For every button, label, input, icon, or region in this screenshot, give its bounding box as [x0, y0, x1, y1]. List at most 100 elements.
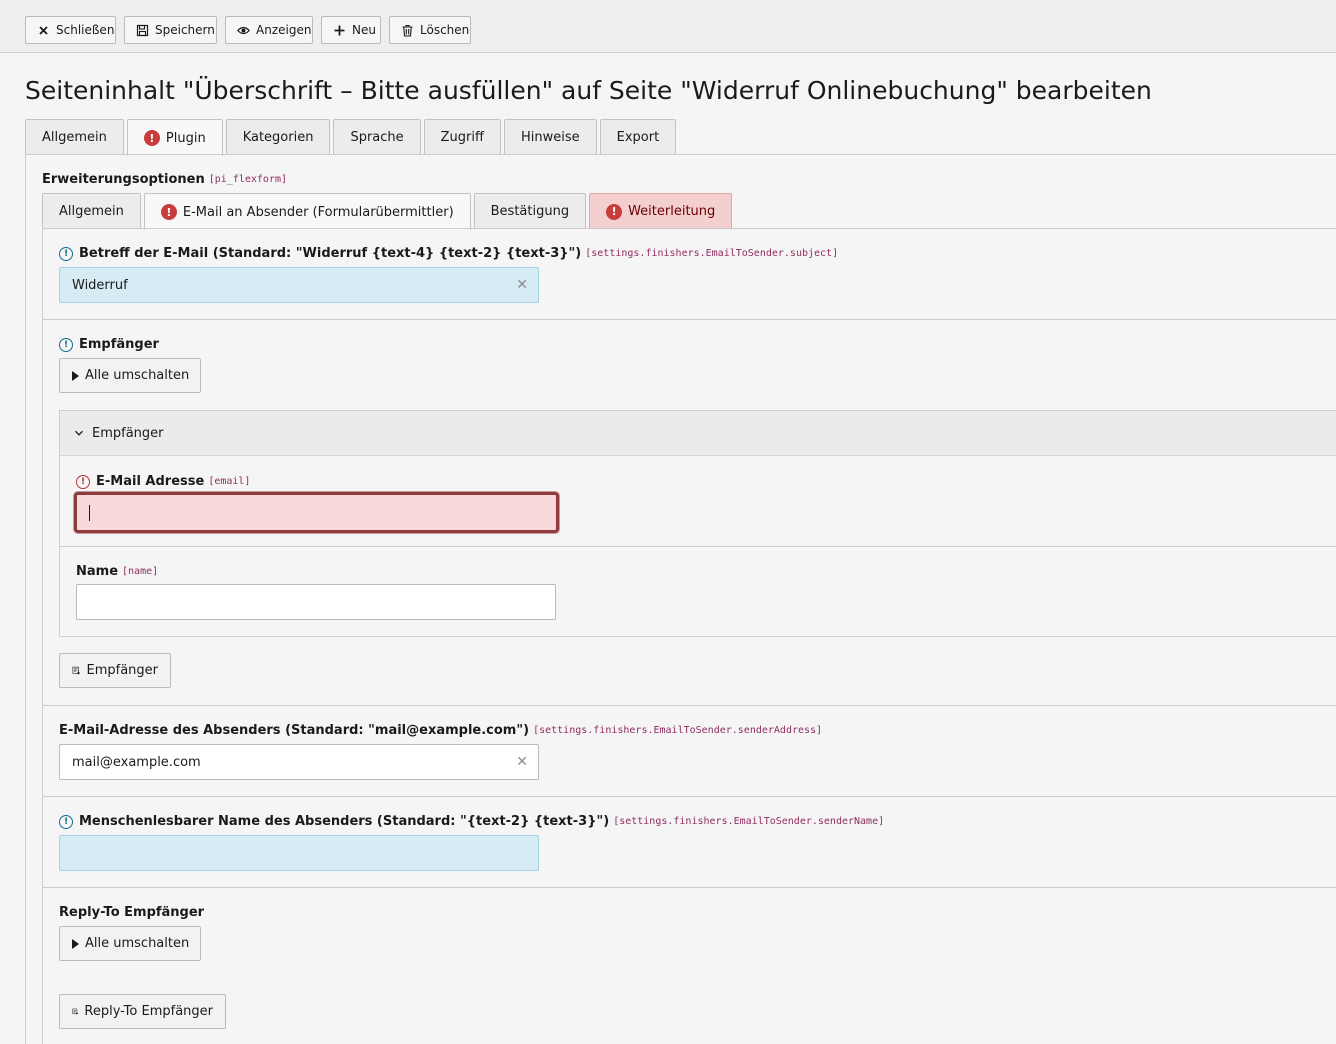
recipients-title: ! Empfänger [59, 337, 159, 352]
close-icon [39, 25, 48, 35]
recipient-panel-header[interactable]: Empfänger [60, 411, 1336, 456]
subject-input[interactable]: Widerruf ✕ [59, 267, 539, 303]
new-button-label: Neu [352, 23, 376, 37]
tab-label: Plugin [165, 130, 206, 146]
divider [60, 546, 1336, 547]
add-recipient-button[interactable]: Empfänger [59, 653, 171, 688]
error-icon: ! [76, 474, 90, 489]
ext-options-title: Erweiterungsoptionen [pi_flexform] [42, 172, 287, 187]
add-reply-to-button[interactable]: Reply-To Empfänger [59, 994, 226, 1029]
tab-label: Allgemein [59, 204, 124, 219]
chevron-down-icon [75, 430, 83, 436]
subject-code: [settings.finishers.EmailToSender.subjec… [585, 248, 839, 259]
divider [42, 705, 1336, 706]
view-button[interactable]: Anzeigen [225, 16, 313, 44]
name-field[interactable] [76, 584, 556, 620]
toggle-all-label: Alle umschalten [85, 936, 190, 951]
caret-right-icon [72, 938, 79, 949]
tab-label: Kategorien [242, 130, 314, 145]
sender-address-code: [settings.finishers.EmailToSender.sender… [533, 725, 823, 736]
trash-icon [402, 24, 413, 37]
tab-label: Bestätigung [490, 204, 570, 219]
text-cursor [89, 504, 90, 521]
sender-name-code: [settings.finishers.EmailToSender.sender… [613, 816, 885, 827]
divider [42, 887, 1336, 888]
recipients-label: Empfänger [79, 337, 159, 352]
view-button-label: Anzeigen [256, 23, 312, 37]
ext-options-label: Erweiterungsoptionen [42, 172, 205, 187]
tab-label: Export [616, 130, 660, 145]
tab-hinweise[interactable]: Hinweise [503, 119, 597, 155]
delete-button-label: Löschen [420, 23, 470, 37]
add-record-icon [72, 666, 81, 675]
tab-label: Weiterleitung [628, 204, 716, 219]
name-code: [name] [122, 566, 159, 577]
subject-value: Widerruf [72, 277, 128, 293]
info-icon: ! [59, 814, 73, 829]
toggle-all-label: Alle umschalten [85, 368, 190, 383]
tab-export[interactable]: Export [599, 119, 677, 155]
reply-to-label: Reply-To Empfänger [59, 905, 205, 920]
recipients-toggle-all-button[interactable]: Alle umschalten [59, 358, 201, 393]
sender-address-input[interactable]: mail@example.com ✕ [59, 744, 539, 780]
divider [42, 228, 43, 1044]
delete-button[interactable]: Löschen [389, 16, 471, 44]
save-icon [136, 24, 149, 36]
tab-zugriff[interactable]: Zugriff [423, 119, 501, 155]
error-icon: ! [160, 204, 177, 220]
new-button[interactable]: Neu [321, 16, 381, 44]
subtab-email-to-sender[interactable]: ! E-Mail an Absender (Formularübermittler… [143, 193, 471, 230]
save-button[interactable]: Speichern [124, 16, 217, 44]
subject-label: Betreff der E-Mail (Standard: "Widerruf … [79, 246, 582, 261]
divider [25, 154, 26, 1044]
flexform-tabs: Allgemein ! E-Mail an Absender (Formularü… [42, 193, 733, 230]
page-title: Seiteninhalt "Überschrift – Bitte ausfül… [25, 76, 1152, 105]
sender-name-field-label: ! Menschenlesbarer Name des Absenders (S… [59, 814, 884, 829]
sender-address-field-label: E-Mail-Adresse des Absenders (Standard: … [59, 723, 822, 738]
tab-allgemein[interactable]: Allgemein [25, 119, 124, 155]
tab-plugin[interactable]: ! Plugin [126, 119, 223, 156]
divider [25, 154, 1336, 155]
tab-label: Allgemein [42, 130, 107, 145]
close-button[interactable]: Schließen [25, 16, 116, 44]
email-label: E-Mail Adresse [96, 474, 205, 489]
ext-options-code: [pi_flexform] [208, 174, 288, 185]
subtab-weiterleitung[interactable]: ! Weiterleitung [589, 193, 733, 229]
add-record-icon [72, 1008, 79, 1015]
error-icon: ! [606, 203, 623, 220]
name-label: Name [76, 564, 119, 579]
caret-right-icon [72, 370, 79, 381]
reply-to-title: Reply-To Empfänger [59, 905, 204, 920]
subject-field-label: ! Betreff der E-Mail (Standard: "Widerru… [59, 246, 838, 261]
add-reply-to-label: Reply-To Empfänger [84, 1004, 213, 1019]
divider [42, 228, 1336, 229]
tab-sprache[interactable]: Sprache [333, 119, 421, 155]
save-button-label: Speichern [155, 23, 215, 37]
tab-label: Sprache [350, 130, 404, 145]
main-tabs: Allgemein ! Plugin Kategorien Sprache Zug… [25, 119, 677, 156]
sender-name-label: Menschenlesbarer Name des Absenders (Sta… [79, 814, 610, 829]
info-icon: ! [59, 337, 73, 352]
sender-address-value: mail@example.com [72, 754, 201, 770]
subtab-allgemein[interactable]: Allgemein [42, 193, 141, 229]
sender-name-input[interactable] [59, 835, 539, 871]
tab-kategorien[interactable]: Kategorien [225, 119, 331, 155]
divider [42, 796, 1336, 797]
add-recipient-label: Empfänger [86, 663, 158, 678]
reply-to-toggle-all-button[interactable]: Alle umschalten [59, 926, 201, 961]
close-button-label: Schließen [56, 23, 115, 37]
name-field-label: Name [name] [76, 564, 158, 579]
subtab-bestaetigung[interactable]: Bestätigung [473, 193, 587, 229]
sender-address-label: E-Mail-Adresse des Absenders (Standard: … [59, 723, 530, 738]
tab-label: Zugriff [440, 130, 484, 145]
tab-label: Hinweise [520, 130, 580, 145]
clear-icon[interactable]: ✕ [516, 754, 528, 770]
recipient-panel: Empfänger ! E-Mail Adresse [email] Name … [59, 410, 1336, 637]
clear-icon[interactable]: ✕ [516, 277, 528, 293]
plus-icon [334, 25, 345, 35]
error-icon: ! [143, 130, 160, 146]
document-toolbar: Schließen Speichern Anzeigen Neu Löschen [0, 0, 1336, 53]
eye-icon [237, 26, 250, 34]
email-field[interactable] [74, 492, 559, 533]
tab-label: E-Mail an Absender (Formularübermittler) [182, 204, 454, 220]
